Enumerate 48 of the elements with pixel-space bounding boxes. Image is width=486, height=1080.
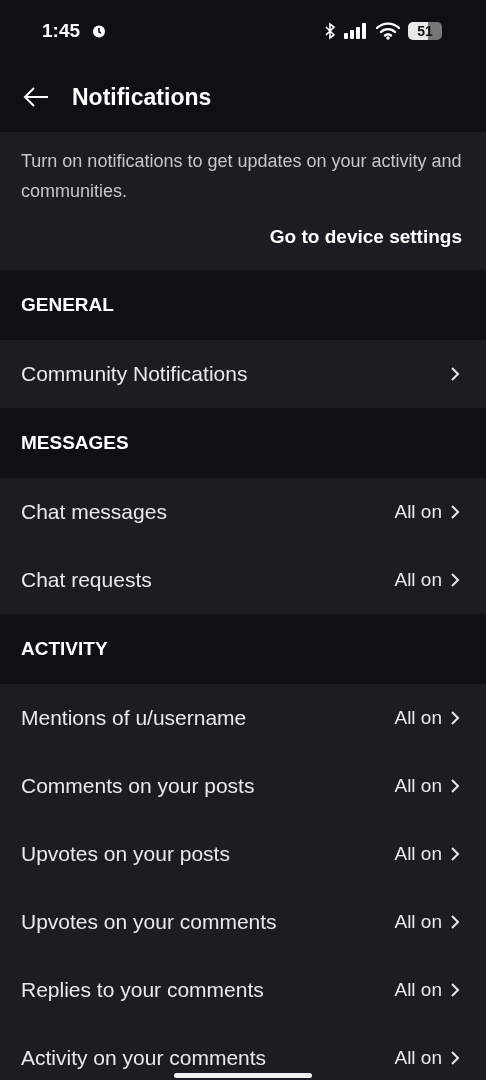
row-label: Mentions of u/username (21, 706, 247, 730)
status-time: 1:45 (42, 20, 81, 42)
settings-row[interactable]: Chat requests All on (0, 546, 486, 614)
row-value: All on (394, 569, 442, 591)
section-title: ACTIVITY (21, 638, 108, 660)
settings-row[interactable]: Upvotes on your posts All on (0, 820, 486, 888)
row-label: Replies to your comments (21, 978, 264, 1002)
wifi-icon (376, 22, 400, 40)
row-label: Community Notifications (21, 362, 248, 386)
alarm-icon (92, 24, 107, 38)
row-label: Activity on your comments (21, 1046, 267, 1070)
settings-row[interactable]: Activity on your comments All on (0, 1024, 486, 1080)
chevron-right-icon (450, 572, 460, 588)
signal-icon (344, 23, 368, 39)
chevron-right-icon (450, 982, 460, 998)
row-value: All on (394, 707, 442, 729)
section-title: GENERAL (21, 294, 114, 316)
settings-row[interactable]: Comments on your posts All on (0, 752, 486, 820)
settings-row[interactable]: Chat messages All on (0, 478, 486, 546)
device-settings-link[interactable]: Go to device settings (269, 226, 462, 248)
chevron-right-icon (450, 846, 460, 862)
row-value: All on (394, 775, 442, 797)
chevron-right-icon (450, 914, 460, 930)
chevron-right-icon (450, 366, 460, 382)
row-value: All on (394, 501, 442, 523)
row-value: All on (394, 979, 442, 1001)
settings-row[interactable]: Mentions of u/username All on (0, 684, 486, 752)
row-label: Chat messages (21, 500, 167, 524)
row-value: All on (394, 843, 442, 865)
row-label: Upvotes on your posts (21, 842, 230, 866)
settings-row[interactable]: Community Notifications (0, 340, 486, 408)
info-text: Turn on notifications to get updates on your activity and communities. (21, 150, 462, 203)
settings-row[interactable]: Upvotes on your comments All on (0, 888, 486, 956)
back-button[interactable] (22, 85, 50, 109)
row-value: All on (394, 1047, 442, 1069)
chevron-right-icon (450, 778, 460, 794)
row-label: Chat requests (21, 568, 152, 592)
settings-row[interactable]: Replies to your comments All on (0, 956, 486, 1024)
page-title: Notifications (72, 83, 212, 111)
row-value: All on (394, 911, 442, 933)
bluetooth-icon (324, 22, 336, 40)
chevron-right-icon (450, 504, 460, 520)
chevron-right-icon (450, 1050, 460, 1066)
section-title: MESSAGES (21, 432, 129, 454)
chevron-right-icon (450, 710, 460, 726)
row-label: Comments on your posts (21, 774, 255, 798)
battery-indicator: 51 (408, 22, 442, 40)
row-label: Upvotes on your comments (21, 910, 277, 934)
